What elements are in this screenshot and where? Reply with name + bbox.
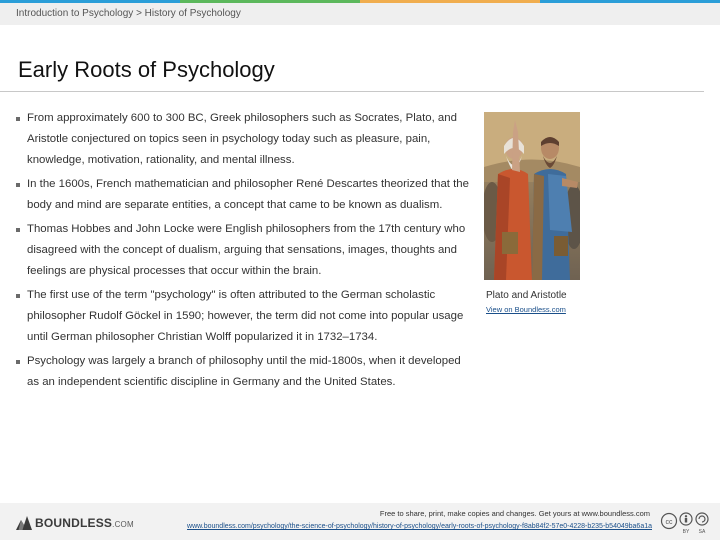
title-divider: [0, 91, 704, 92]
bullet-marker: [16, 117, 20, 121]
footer: BOUNDLESS.COM Free to share, print, make…: [0, 503, 720, 540]
logo-text: BOUNDLESS.COM: [35, 516, 134, 530]
cc-by-label: BY: [683, 529, 690, 535]
image-caption: Plato and Aristotle: [486, 290, 567, 301]
share-notice: Free to share, print, make copies and ch…: [379, 509, 650, 518]
bullet-text: From approximately 600 to 300 BC, Greek …: [27, 112, 457, 166]
bullet-text: The first use of the term "psychology" i…: [27, 289, 464, 343]
bullet-text: Thomas Hobbes and John Locke were Englis…: [27, 223, 466, 277]
boundless-logo-icon: [16, 516, 32, 530]
logo-suffix-text: .COM: [112, 520, 134, 529]
bullet-marker: [16, 360, 20, 364]
bullet-marker: [16, 183, 20, 187]
svg-text:cc: cc: [666, 519, 674, 526]
bullet-text: Psychology was largely a branch of philo…: [27, 355, 461, 388]
bullet-text: In the 1600s, French mathematician and p…: [27, 178, 469, 211]
view-on-boundless-link[interactable]: View on Boundless.com: [486, 305, 566, 314]
bullet-item: From approximately 600 to 300 BC, Greek …: [14, 108, 469, 171]
bullet-list: From approximately 600 to 300 BC, Greek …: [14, 108, 469, 396]
page-title: Early Roots of Psychology: [18, 57, 275, 82]
boundless-logo[interactable]: BOUNDLESS.COM: [16, 516, 134, 530]
bullet-marker: [16, 294, 20, 298]
bullet-item: Thomas Hobbes and John Locke were Englis…: [14, 219, 469, 282]
bullet-item: The first use of the term "psychology" i…: [14, 285, 469, 348]
cc-sa-label: SA: [699, 529, 706, 535]
breadcrumb-bar: Introduction to Psychology > History of …: [0, 3, 720, 25]
logo-main-text: BOUNDLESS: [35, 516, 113, 530]
creative-commons-icon: cc BY SA: [660, 512, 709, 535]
bullet-marker: [16, 228, 20, 232]
plato-aristotle-image: [484, 112, 580, 280]
bullet-item: Psychology was largely a branch of philo…: [14, 351, 469, 393]
bullet-item: In the 1600s, French mathematician and p…: [14, 174, 469, 216]
source-url-link[interactable]: www.boundless.com/psychology/the-science…: [160, 522, 652, 532]
breadcrumb[interactable]: Introduction to Psychology > History of …: [16, 8, 241, 19]
